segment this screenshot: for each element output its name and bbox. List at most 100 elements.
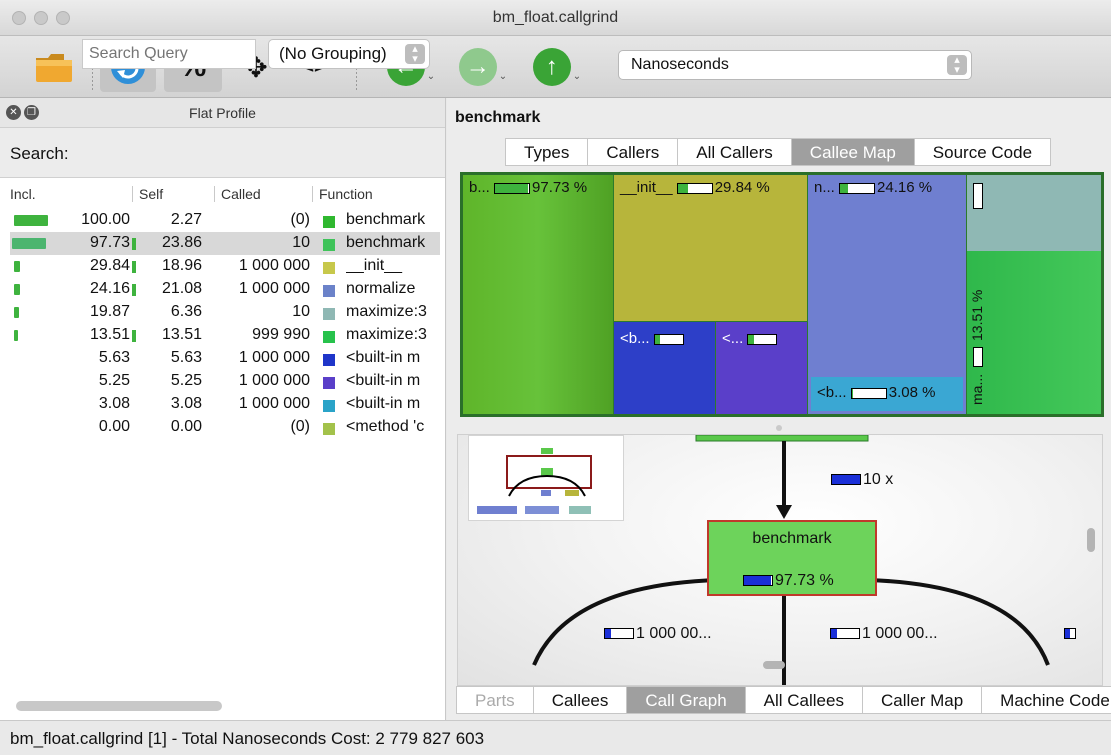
call-graph: 10 x benchmark 97.73 % 1 000 00... 1 000…	[457, 434, 1103, 686]
search-label: Search:	[10, 144, 69, 163]
self-value: 0.00	[170, 418, 202, 435]
map-cell-maximize-outer[interactable]	[967, 175, 1101, 251]
updown-icon: ▴ ▾	[405, 44, 425, 65]
called-value: 999 990	[252, 326, 310, 343]
tab-all-callers[interactable]: All Callers	[678, 138, 792, 166]
up-button[interactable]: ↑ ⌄	[528, 42, 586, 92]
table-row[interactable]: 19.87 6.36 10 maximize:3	[10, 301, 440, 324]
graph-node-benchmark[interactable]: benchmark 97.73 %	[707, 520, 877, 596]
table-row[interactable]: 13.51 13.51 999 990 maximize:3	[10, 324, 440, 347]
arrow-up-icon: ↑	[532, 48, 571, 86]
top-tab-bar: Types Callers All Callers Callee Map Source …	[505, 138, 1052, 166]
function-color-swatch	[323, 285, 335, 297]
flat-profile-header: ✕ ❐ Flat Profile	[0, 98, 445, 128]
self-bar	[132, 238, 136, 250]
incl-value: 0.00	[98, 418, 130, 435]
self-value: 3.08	[170, 395, 202, 412]
tab-callee-map[interactable]: Callee Map	[791, 138, 915, 166]
called-value: (0)	[290, 418, 310, 435]
edge-label-right	[1064, 625, 1078, 643]
search-row: Search:	[0, 128, 445, 178]
called-value: 1 000 000	[238, 395, 310, 412]
function-color-swatch	[323, 354, 335, 366]
incl-value: 24.16	[89, 280, 130, 297]
map-cell-init[interactable]: __init__ 29.84 %	[614, 175, 807, 321]
status-text: bm_float.callgrind [1] - Total Nanosecon…	[10, 729, 485, 748]
table-row[interactable]: 3.08 3.08 1 000 000 <built-in m	[10, 393, 440, 416]
table-row[interactable]: 29.84 18.96 1 000 000 __init__	[10, 255, 440, 278]
incl-value: 29.84	[89, 257, 130, 274]
selected-function-title: benchmark	[455, 109, 541, 126]
node-pct: 97.73 %	[743, 572, 834, 590]
tab-parts[interactable]: Parts	[456, 686, 534, 714]
search-input[interactable]	[82, 39, 256, 69]
flat-profile-panel: ✕ ❐ Flat Profile Search: Incl. Self Call…	[0, 98, 446, 720]
self-value: 21.08	[161, 280, 202, 297]
table-row[interactable]: 97.73 23.86 10 benchmark	[10, 232, 440, 255]
called-value: 10	[292, 234, 310, 251]
flat-profile-title: Flat Profile	[189, 105, 256, 121]
chevron-down-icon: ⌄	[572, 70, 582, 82]
edge-label-mid: 1 000 00...	[830, 625, 938, 643]
map-cell-maximize-inner[interactable]: 13.51 % ma...	[967, 251, 1101, 414]
incl-bar	[14, 284, 20, 295]
tab-all-callees[interactable]: All Callees	[745, 686, 863, 714]
arrow-right-icon: →	[458, 48, 497, 86]
minimap-preview	[477, 448, 592, 514]
map-cell-builtin-b[interactable]: <b...	[614, 322, 715, 414]
self-bar	[132, 284, 136, 296]
function-name: maximize:3	[346, 303, 427, 320]
column-incl[interactable]: Incl.	[4, 186, 36, 202]
table-row[interactable]: 5.63 5.63 1 000 000 <built-in m	[10, 347, 440, 370]
graph-vertical-scrollbar[interactable]	[1087, 528, 1095, 552]
graph-minimap[interactable]	[468, 435, 624, 521]
table-row[interactable]: 5.25 5.25 1 000 000 <built-in m	[10, 370, 440, 393]
self-value: 18.96	[161, 257, 202, 274]
called-value: 1 000 000	[238, 372, 310, 389]
column-self[interactable]: Self	[132, 186, 163, 202]
function-color-swatch	[323, 400, 335, 412]
incl-value: 5.25	[98, 372, 130, 389]
tab-types[interactable]: Types	[505, 138, 589, 166]
tab-caller-map[interactable]: Caller Map	[862, 686, 983, 714]
incl-value: 100.00	[81, 211, 130, 228]
tab-machine-code[interactable]: Machine Code	[982, 686, 1111, 714]
node-label: benchmark	[752, 530, 832, 547]
event-type-select[interactable]: Nanoseconds ▴ ▾	[618, 50, 972, 80]
tab-source-code[interactable]: Source Code	[914, 138, 1052, 166]
grouping-select[interactable]: (No Grouping) ▴ ▾	[268, 39, 430, 69]
updown-icon: ▴ ▾	[947, 55, 967, 76]
map-cell-benchmark[interactable]: b... 97.73 %	[463, 175, 613, 414]
self-value: 13.51	[161, 326, 202, 343]
self-bar	[132, 330, 136, 342]
splitter-handle[interactable]	[776, 425, 782, 431]
incl-value: 97.73	[89, 234, 130, 251]
column-called[interactable]: Called	[214, 186, 261, 202]
column-function[interactable]: Function	[312, 186, 373, 202]
graph-horizontal-scrollbar[interactable]	[763, 661, 785, 669]
mini-bar	[973, 347, 983, 367]
forward-button[interactable]: → ⌄	[454, 42, 512, 92]
called-value: 1 000 000	[238, 257, 310, 274]
table-header: Incl. Self Called Function	[10, 184, 440, 206]
open-file-button[interactable]	[28, 42, 80, 92]
callee-map: b... 97.73 % __init__ 29.84 % <b... <...…	[460, 172, 1104, 417]
incl-bar	[14, 261, 20, 272]
table-row[interactable]: 0.00 0.00 (0) <method 'c	[10, 416, 440, 439]
incl-bar	[14, 307, 19, 318]
function-name: benchmark	[346, 234, 426, 251]
table-row[interactable]: 24.16 21.08 1 000 000 normalize	[10, 278, 440, 301]
function-color-swatch	[323, 262, 335, 274]
map-cell-builtin-b3[interactable]: <b... 3.08 %	[811, 377, 963, 411]
table-row[interactable]: 100.00 2.27 (0) benchmark	[10, 209, 440, 232]
status-bar: bm_float.callgrind [1] - Total Nanosecon…	[0, 720, 1111, 755]
detail-panel: benchmark Types Callers All Callers Callee …	[447, 98, 1111, 720]
tab-call-graph[interactable]: Call Graph	[627, 686, 746, 714]
function-name: maximize:3	[346, 326, 427, 343]
incl-bar	[14, 215, 48, 226]
chevron-down-icon: ⌄	[426, 70, 436, 82]
horizontal-scrollbar[interactable]	[16, 701, 222, 711]
map-cell-builtin-lt[interactable]: <...	[716, 322, 807, 414]
tab-callers[interactable]: Callers	[588, 138, 679, 166]
tab-callees[interactable]: Callees	[533, 686, 628, 714]
